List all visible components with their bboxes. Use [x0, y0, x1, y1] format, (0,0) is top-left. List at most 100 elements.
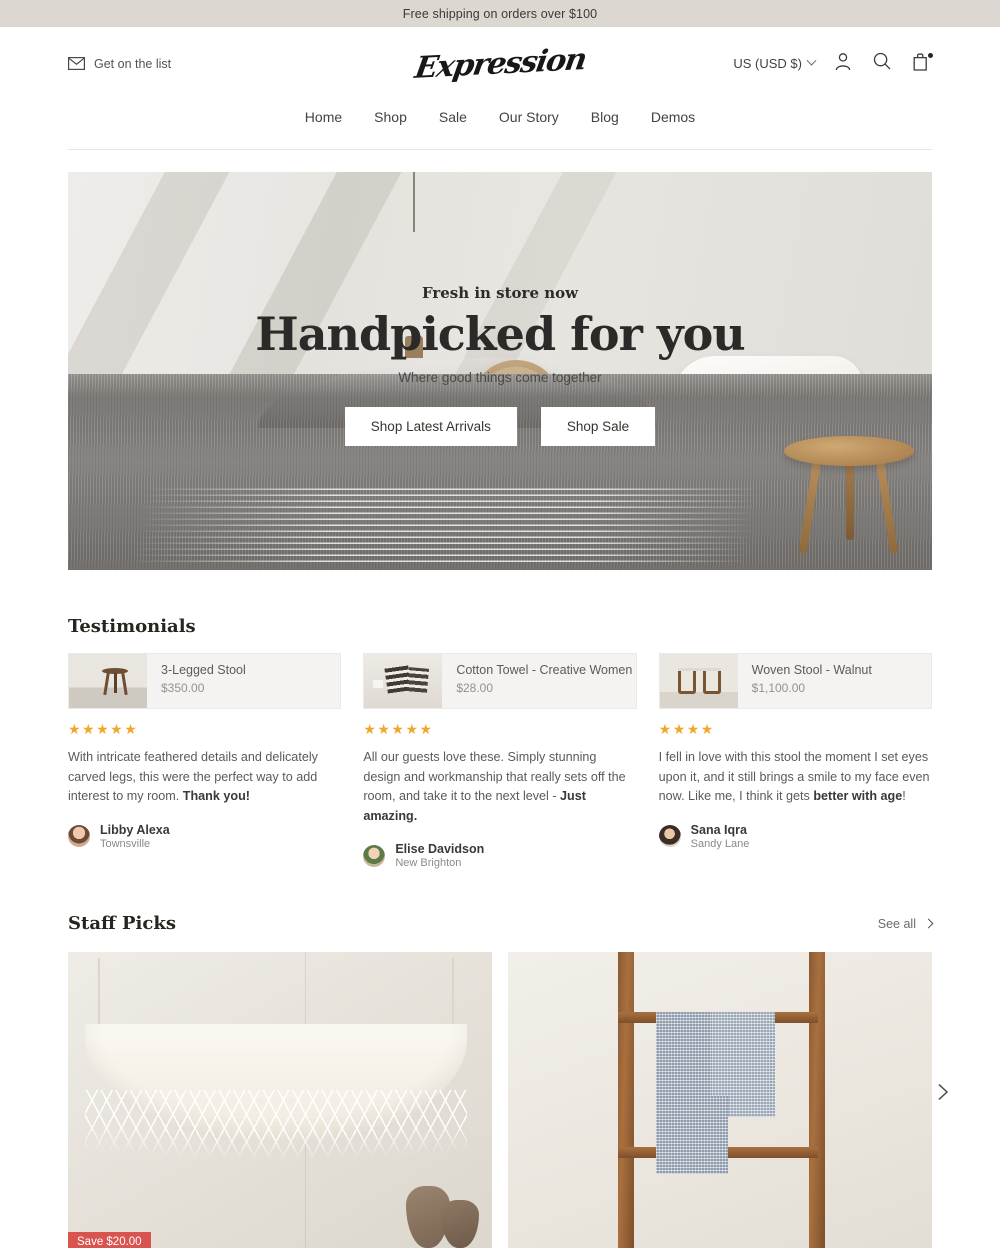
product-meta: Woven Stool - Walnut $1,100.00: [738, 654, 872, 708]
hero-content: Fresh in store now Handpicked for you Wh…: [68, 284, 932, 447]
testimonial-card: Woven Stool - Walnut $1,100.00 ★★★★ I fe…: [658, 653, 932, 869]
nav-item-sale[interactable]: Sale: [439, 109, 467, 125]
header-divider: [68, 149, 932, 150]
nav-item-demos[interactable]: Demos: [651, 109, 695, 125]
quote-tail: !: [902, 789, 906, 804]
author-name: Libby Alexa: [100, 822, 170, 837]
nav-item-shop[interactable]: Shop: [374, 109, 407, 125]
newsletter-link[interactable]: Get on the list: [68, 57, 171, 71]
avatar: [68, 825, 90, 848]
staff-picks-section: Staff Picks See all Save $20.00: [0, 913, 1000, 1248]
testimonial-card: 3-Legged Stool $350.00 ★★★★★ With intric…: [68, 653, 342, 869]
product-card[interactable]: Selvedge Linens - Karin Carlander From $…: [508, 952, 932, 1248]
shop-sale-button[interactable]: Shop Sale: [540, 407, 656, 447]
testimonial-product[interactable]: 3-Legged Stool $350.00: [68, 653, 342, 709]
hero-kicker: Fresh in store now: [421, 284, 579, 302]
cart-badge-dot: [928, 52, 933, 58]
testimonial-author: Elise Davidson New Brighton: [363, 842, 636, 869]
stool-leg-left: [798, 457, 822, 555]
ladder-rail-right: [809, 952, 826, 1248]
account-icon: [834, 52, 852, 76]
author-name: Sana Iqra: [690, 822, 747, 837]
pendant-cord: [413, 172, 415, 232]
newsletter-label: Get on the list: [94, 56, 172, 71]
search-button[interactable]: [871, 52, 893, 75]
testimonial-quote: I fell in love with this stool the momen…: [659, 748, 932, 807]
hero-banner[interactable]: Fresh in store now Handpicked for you Wh…: [68, 172, 932, 570]
product-name: Cotton Towel - Creative Women: [456, 663, 633, 677]
hammock-rope-left: [97, 958, 100, 1031]
staff-picks-title: Staff Picks: [68, 913, 176, 935]
nav-item-home[interactable]: Home: [305, 109, 342, 125]
testimonial-author: Libby Alexa Townsville: [68, 823, 341, 850]
testimonials-grid: 3-Legged Stool $350.00 ★★★★★ With intric…: [68, 653, 932, 869]
see-all-label: See all: [877, 916, 916, 931]
product-thumbnail: [69, 654, 147, 708]
site-header: Get on the list Expression US (USD $): [0, 27, 1000, 100]
logo-text: Expression: [412, 41, 588, 86]
testimonials-section: Testimonials 3-Legged Stool $350.00 ★★★★…: [0, 616, 1000, 869]
stool-leg-right: [875, 457, 899, 555]
rating-stars: ★★★★★: [363, 721, 434, 737]
product-price: $1,100.00: [751, 681, 806, 696]
page-root: Free shipping on orders over $100 Get on…: [0, 0, 1000, 1248]
testimonial-product[interactable]: Cotton Towel - Creative Women $28.00: [363, 653, 637, 709]
product-meta: 3-Legged Stool $350.00: [147, 654, 246, 708]
hero-title: Handpicked for you: [255, 307, 745, 361]
carousel-next-button[interactable]: [932, 1083, 954, 1105]
quote-text: All our guests love these. Simply stunni…: [363, 750, 626, 804]
bed-stripes: [102, 484, 777, 562]
rating-stars: ★★★★★: [68, 721, 139, 737]
hero-subtitle: Where good things come together: [398, 370, 602, 386]
testimonials-header: Testimonials: [68, 616, 932, 637]
mail-icon: [68, 57, 85, 70]
quote-highlight: better with age: [813, 789, 903, 804]
staff-picks-header: Staff Picks See all: [68, 913, 934, 935]
linen-cloth-fold: [656, 1096, 729, 1175]
product-name: 3-Legged Stool: [161, 663, 246, 677]
hero-side-stool: [784, 436, 914, 556]
product-thumbnail: [364, 654, 443, 708]
product-price: $350.00: [161, 681, 205, 696]
product-price: $28.00: [456, 681, 494, 696]
header-actions: US (USD $): [733, 52, 933, 76]
testimonial-quote: With intricate feathered details and del…: [68, 748, 341, 807]
main-nav: Home Shop Sale Our Story Blog Demos: [0, 100, 1000, 149]
testimonial-product[interactable]: Woven Stool - Walnut $1,100.00: [658, 653, 932, 709]
product-name: Woven Stool - Walnut: [751, 663, 872, 677]
avatar: [363, 844, 386, 867]
product-meta: Cotton Towel - Creative Women $28.00: [442, 654, 632, 708]
quote-highlight: Thank you!: [182, 789, 250, 804]
cart-button[interactable]: [910, 52, 933, 76]
ladder-rail-left: [618, 952, 635, 1248]
account-button[interactable]: [832, 52, 854, 76]
testimonial-card: Cotton Towel - Creative Women $28.00 ★★★…: [363, 653, 637, 869]
product-image: Save $20.00: [68, 952, 492, 1248]
author-location: Sandy Lane: [690, 837, 750, 850]
currency-label: US (USD $): [733, 56, 802, 71]
hammock-rope-right: [451, 958, 454, 1031]
chevron-down-icon: [806, 55, 817, 66]
nav-item-blog[interactable]: Blog: [591, 109, 619, 125]
avatar: [658, 825, 681, 848]
rating-stars: ★★★★: [658, 721, 715, 737]
testimonials-title: Testimonials: [68, 616, 196, 637]
search-icon: [873, 52, 891, 75]
staff-picks-grid: Save $20.00 Woven Cotton Hammock $100.00…: [68, 952, 932, 1248]
testimonial-author: Sana Iqra Sandy Lane: [658, 822, 932, 850]
chevron-right-icon: [923, 918, 934, 929]
announcement-bar: Free shipping on orders over $100: [0, 0, 1000, 27]
currency-selector[interactable]: US (USD $): [733, 55, 817, 71]
testimonial-quote: All our guests love these. Simply stunni…: [363, 748, 636, 826]
see-all-link[interactable]: See all: [877, 916, 934, 931]
cart-icon: [913, 52, 930, 76]
hero-buttons: Shop Latest Arrivals Shop Sale: [68, 407, 932, 447]
shop-latest-arrivals-button[interactable]: Shop Latest Arrivals: [344, 407, 517, 447]
author-location: New Brighton: [395, 857, 462, 870]
author-name: Elise Davidson: [395, 842, 485, 857]
product-thumbnail: [659, 654, 738, 708]
author-location: Townsville: [100, 837, 151, 850]
product-card[interactable]: Save $20.00 Woven Cotton Hammock $100.00…: [68, 952, 492, 1248]
stool-leg-back: [846, 458, 854, 540]
nav-item-our-story[interactable]: Our Story: [499, 109, 559, 125]
